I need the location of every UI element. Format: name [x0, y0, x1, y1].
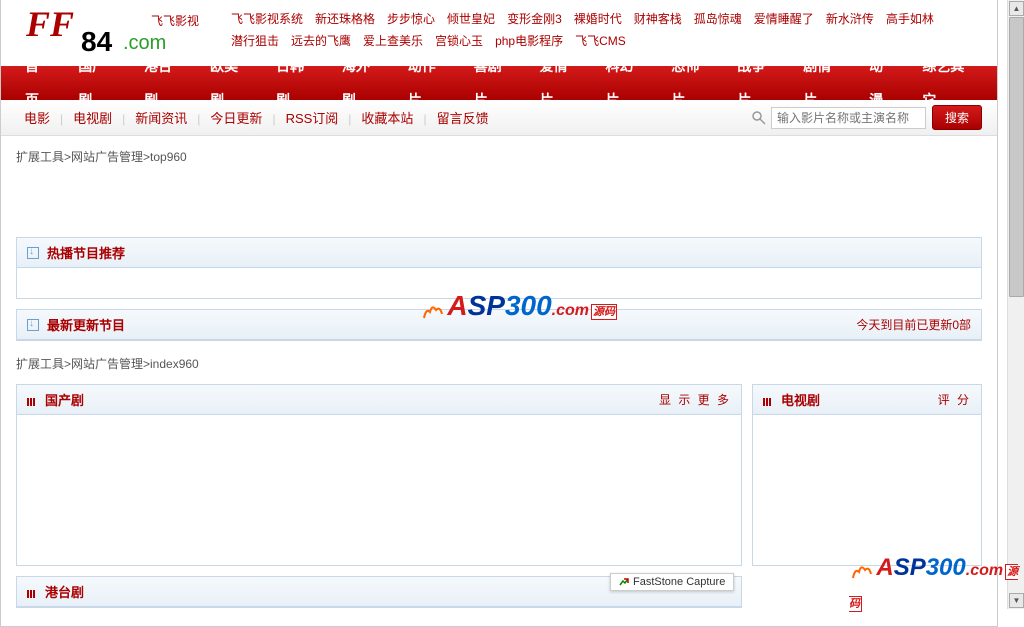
- expand-icon[interactable]: [27, 319, 39, 331]
- main-nav: 首页国产剧港台剧欧美剧日韩剧海外剧动作片喜剧片爱情片科幻片恐怖片战争片剧情片动漫…: [1, 66, 997, 100]
- list-icon: [27, 587, 39, 597]
- subnav-item[interactable]: 电视剧: [65, 111, 120, 126]
- watermark-logo: ASP300.com源码: [420, 290, 620, 330]
- nav-item[interactable]: 动作片: [394, 49, 460, 117]
- breadcrumb: 扩展工具>网站广告管理>top960: [16, 144, 982, 169]
- nav-item[interactable]: 欧美剧: [196, 49, 262, 117]
- top-link[interactable]: 财神客栈: [634, 8, 682, 30]
- nav-item[interactable]: 科幻片: [592, 49, 658, 117]
- update-count: 今天到目前已更新0部: [856, 316, 971, 333]
- subnav-item[interactable]: 留言反馈: [429, 111, 497, 126]
- top-link[interactable]: 爱情睡醒了: [754, 8, 814, 30]
- top-link[interactable]: 孤岛惊魂: [694, 8, 742, 30]
- top-link[interactable]: 高手如林: [886, 8, 934, 30]
- search-button[interactable]: 搜索: [932, 105, 982, 130]
- watermark-logo-corner: ASP300.com源码: [849, 554, 1019, 604]
- subnav-item[interactable]: RSS订阅: [278, 111, 347, 126]
- top-link[interactable]: 新还珠格格: [315, 8, 375, 30]
- panel-title: 最新更新节目: [47, 315, 125, 334]
- top-link[interactable]: 飞飞影视系统: [231, 8, 303, 30]
- list-icon: [27, 395, 39, 405]
- scroll-up-arrow[interactable]: ▲: [1009, 1, 1024, 16]
- subnav-item[interactable]: 收藏本站: [353, 111, 421, 126]
- separator: |: [270, 112, 277, 126]
- nav-item[interactable]: 日韩剧: [262, 49, 328, 117]
- panel-title: 国产剧: [45, 390, 84, 409]
- panel-dianshi: 电视剧 评 分: [752, 384, 982, 566]
- subnav-item[interactable]: 新闻资讯: [127, 111, 195, 126]
- search-input[interactable]: [771, 107, 926, 129]
- panel-guochan: 国产剧 显 示 更 多: [16, 384, 742, 566]
- logo-ff: FF: [26, 3, 74, 45]
- faststone-capture-badge: FastStone Capture: [610, 573, 734, 591]
- panel-title: 热播节目推荐: [47, 243, 125, 262]
- nav-item[interactable]: 国产剧: [64, 49, 130, 117]
- top-link[interactable]: 新水浒传: [826, 8, 874, 30]
- top-link[interactable]: 倾世皇妃: [447, 8, 495, 30]
- rating-link[interactable]: 评 分: [938, 391, 971, 408]
- top-link[interactable]: 变形金刚3: [507, 8, 562, 30]
- list-icon: [763, 395, 775, 405]
- subnav-item[interactable]: 电影: [16, 111, 58, 126]
- subnav-item[interactable]: 今日更新: [202, 111, 270, 126]
- search-box: 搜索: [751, 105, 982, 130]
- nav-item[interactable]: 海外剧: [328, 49, 394, 117]
- panel-title: 电视剧: [781, 390, 820, 409]
- faststone-icon: [619, 577, 629, 587]
- nav-item[interactable]: 首页: [11, 49, 64, 117]
- flame-icon: [849, 558, 873, 586]
- panel-title: 港台剧: [45, 582, 84, 601]
- flame-icon: [420, 298, 444, 326]
- logo-com: .com: [123, 32, 166, 55]
- site-logo[interactable]: FF 84 .com 飞飞影视: [21, 8, 211, 58]
- top-links: 飞飞影视系统新还珠格格步步惊心倾世皇妃变形金刚3 裸婚时代财神客栈孤岛惊魂爱情睡醒…: [211, 8, 977, 52]
- logo-tagline: 飞飞影视: [151, 12, 199, 29]
- top-link[interactable]: 裸婚时代: [574, 8, 622, 30]
- nav-item[interactable]: 恐怖片: [657, 49, 723, 117]
- search-icon: [751, 110, 767, 126]
- logo-84: 84: [81, 26, 112, 58]
- breadcrumb: 扩展工具>网站广告管理>index960: [16, 351, 982, 376]
- nav-item[interactable]: 爱情片: [526, 49, 592, 117]
- top-link[interactable]: 步步惊心: [387, 8, 435, 30]
- vertical-scrollbar[interactable]: ▲ ▼: [1007, 0, 1024, 609]
- expand-icon[interactable]: [27, 247, 39, 259]
- nav-item[interactable]: 港台剧: [130, 49, 196, 117]
- nav-item[interactable]: 喜剧片: [460, 49, 526, 117]
- show-more-link[interactable]: 显 示 更 多: [659, 391, 731, 408]
- scroll-thumb[interactable]: [1009, 17, 1024, 297]
- separator: |: [421, 112, 428, 126]
